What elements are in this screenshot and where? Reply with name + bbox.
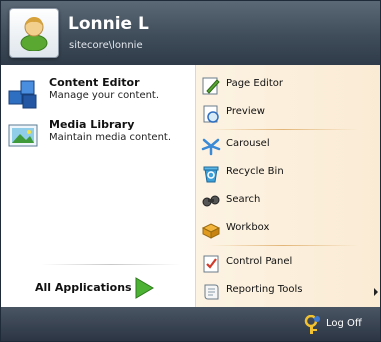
applications-panel: Content Editor Manage your content. Medi… — [1, 65, 195, 308]
separator — [208, 245, 358, 246]
all-applications-label: All Applications — [35, 281, 132, 294]
app-item-content-editor[interactable]: Content Editor Manage your content. — [7, 75, 191, 113]
app-description: Manage your content. — [49, 90, 160, 101]
log-off-label: Log Off — [326, 318, 362, 329]
menu-item-preview[interactable]: Preview — [196, 101, 380, 125]
menu-item-label: Control Panel — [226, 256, 293, 267]
app-title: Media Library — [49, 118, 135, 131]
search-icon — [202, 195, 220, 207]
workbox-icon — [201, 223, 221, 239]
separator — [41, 264, 181, 265]
menu-item-label: Search — [226, 194, 261, 205]
menu-item-search[interactable]: Search — [196, 189, 380, 213]
app-title: Content Editor — [49, 76, 140, 89]
user-header: Lonnie L sitecore\lonnie — [1, 1, 380, 65]
menu-item-carousel[interactable]: Carousel — [196, 133, 380, 157]
menu-item-page-editor[interactable]: Page Editor — [196, 73, 380, 97]
recycle-bin-icon — [203, 166, 219, 183]
reporting-tools-icon — [204, 284, 219, 300]
footer-bar: Log Off — [1, 307, 380, 341]
user-account: sitecore\lonnie — [69, 40, 143, 51]
menu-item-label: Recycle Bin — [226, 166, 284, 177]
log-off-icon — [304, 315, 320, 334]
menu-item-label: Page Editor — [226, 78, 283, 89]
start-menu: Lonnie L sitecore\lonnie Content Editor … — [0, 0, 381, 342]
page-editor-icon — [202, 77, 220, 95]
separator — [208, 129, 358, 130]
menu-item-label: Carousel — [226, 138, 270, 149]
preview-icon — [203, 105, 219, 123]
tools-panel: Page Editor Preview Carousel Recycle Bin — [195, 65, 380, 308]
menu-item-recycle-bin[interactable]: Recycle Bin — [196, 161, 380, 185]
content-editor-icon — [8, 80, 37, 109]
carousel-icon — [201, 138, 221, 156]
arrow-right-icon — [135, 277, 154, 299]
user-name: Lonnie L — [68, 14, 149, 34]
log-off-button[interactable]: Log Off — [304, 313, 374, 335]
menu-item-workbox[interactable]: Workbox — [196, 217, 380, 241]
all-applications-button[interactable]: All Applications — [35, 276, 175, 300]
app-description: Maintain media content. — [49, 132, 172, 143]
user-icon — [20, 17, 48, 51]
menu-item-reporting-tools[interactable]: Reporting Tools — [196, 279, 380, 303]
submenu-arrow-icon — [374, 288, 378, 296]
menu-item-control-panel[interactable]: Control Panel — [196, 251, 380, 275]
user-avatar[interactable] — [9, 8, 59, 58]
control-panel-icon — [203, 255, 219, 273]
menu-item-label: Workbox — [226, 222, 270, 233]
menu-item-label: Preview — [226, 106, 265, 117]
menu-item-label: Reporting Tools — [226, 284, 303, 295]
app-item-media-library[interactable]: Media Library Maintain media content. — [7, 117, 191, 155]
media-library-icon — [8, 124, 38, 147]
